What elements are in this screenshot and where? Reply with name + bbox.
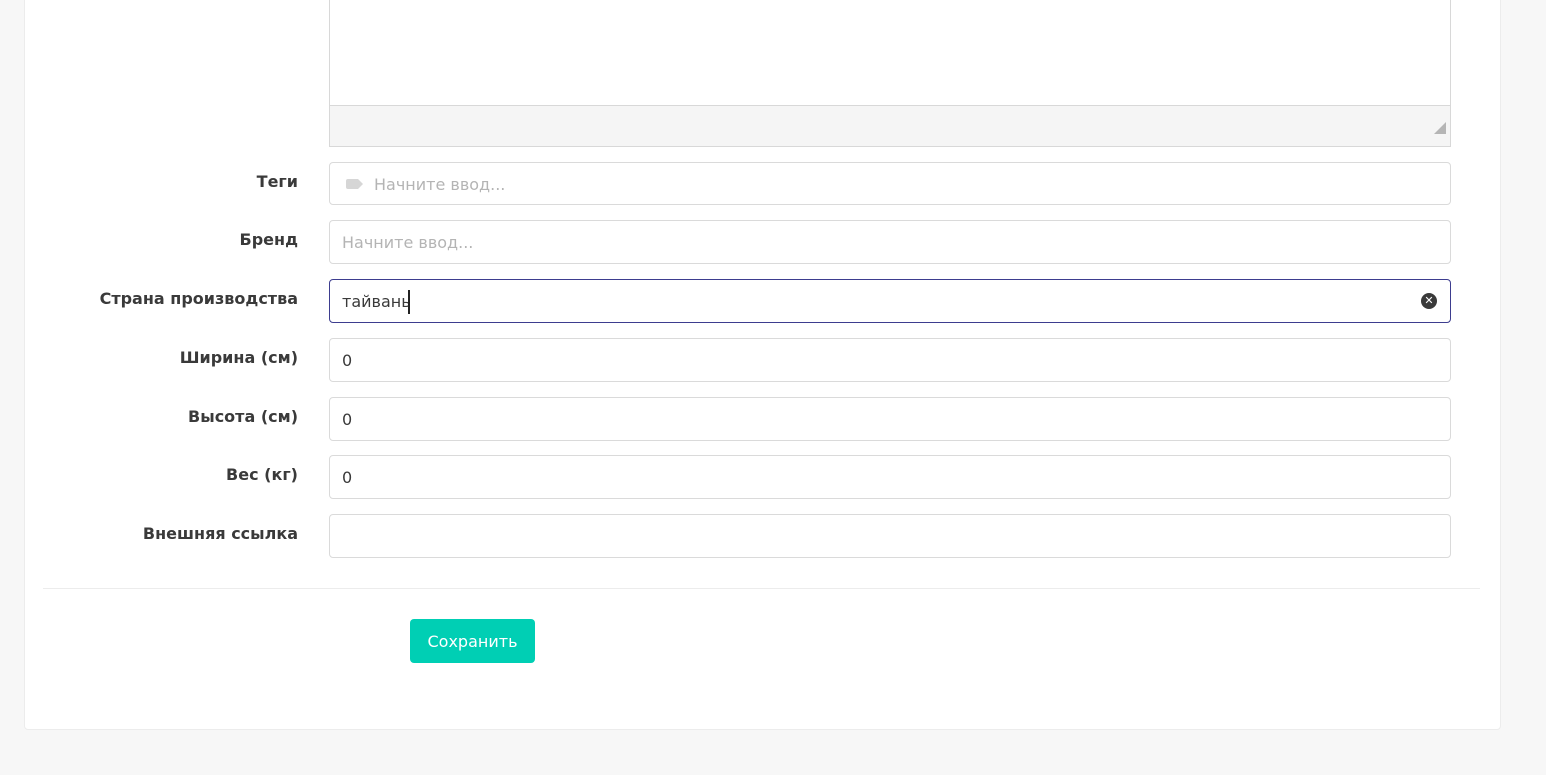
- tags-row: Теги: [0, 162, 1546, 206]
- external-link-input[interactable]: [342, 515, 1410, 557]
- editor-statusbar: [330, 105, 1450, 146]
- brand-input[interactable]: [342, 221, 1410, 263]
- external-link-row: Внешняя ссылка: [0, 514, 1546, 558]
- save-button[interactable]: Сохранить: [410, 619, 535, 663]
- rich-text-editor[interactable]: [329, 0, 1451, 147]
- brand-field[interactable]: [329, 220, 1451, 264]
- external-link-label: Внешняя ссылка: [142, 524, 298, 543]
- width-input[interactable]: [342, 339, 1410, 381]
- country-field[interactable]: ✕: [329, 279, 1451, 323]
- tag-icon: [346, 179, 363, 189]
- weight-field[interactable]: [329, 455, 1451, 499]
- external-link-field[interactable]: [329, 514, 1451, 558]
- tags-input[interactable]: [374, 163, 1410, 205]
- clear-circle-icon[interactable]: ✕: [1421, 293, 1437, 309]
- width-label: Ширина (см): [179, 348, 298, 367]
- country-label: Страна производства: [99, 289, 298, 308]
- height-field[interactable]: [329, 397, 1451, 441]
- weight-row: Вес (кг): [0, 455, 1546, 499]
- text-caret: [408, 290, 410, 314]
- height-row: Высота (см): [0, 397, 1546, 441]
- tags-field[interactable]: [329, 162, 1451, 205]
- country-row: Страна производства ✕: [0, 279, 1546, 323]
- resize-handle-icon[interactable]: [1434, 122, 1446, 134]
- weight-label: Вес (кг): [226, 465, 298, 484]
- brand-row: Бренд: [0, 220, 1546, 264]
- height-input[interactable]: [342, 398, 1410, 440]
- tags-label: Теги: [256, 172, 298, 191]
- form-divider: [43, 588, 1480, 589]
- brand-label: Бренд: [239, 230, 298, 249]
- country-input[interactable]: [342, 280, 1410, 322]
- width-field[interactable]: [329, 338, 1451, 382]
- width-row: Ширина (см): [0, 338, 1546, 382]
- height-label: Высота (см): [188, 407, 298, 426]
- weight-input[interactable]: [342, 456, 1410, 498]
